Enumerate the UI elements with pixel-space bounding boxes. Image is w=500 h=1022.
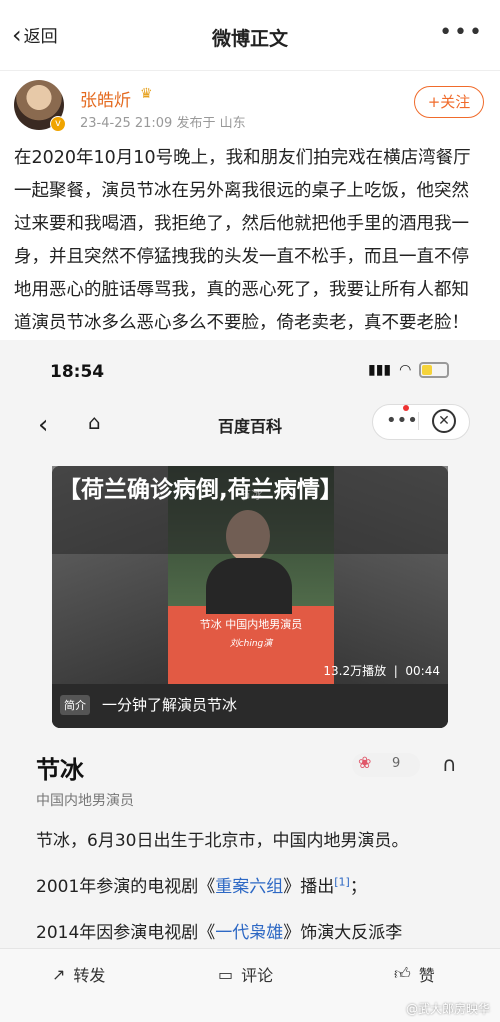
entry-paragraph-1: 节冰，6月30日出生于北京市，中国内地男演员。: [36, 831, 409, 851]
close-icon[interactable]: ✕: [432, 409, 456, 433]
author-name[interactable]: 张皓炘: [80, 86, 131, 111]
watermark: @武大郎房映华: [405, 1002, 490, 1016]
crown-icon: ♛: [140, 86, 153, 102]
follow-button[interactable]: +关注: [414, 86, 484, 118]
intro-tag: 简介: [60, 695, 90, 715]
repost-label: 转发: [73, 966, 106, 985]
video-frame-label: 节冰 中国内地男演员: [199, 618, 303, 631]
drama-link-1[interactable]: 重案六组: [215, 877, 283, 897]
battery-icon: [419, 362, 450, 378]
verified-badge-icon: v: [50, 116, 66, 132]
person-body: [206, 558, 292, 614]
video-intro-bar[interactable]: 简介 一分钟了解演员节冰: [52, 684, 448, 728]
para2-end: ；: [349, 877, 367, 897]
para3-prefix: 2014年因参演电视剧《: [36, 923, 216, 943]
post-text: 在2020年10月10号晚上，我和朋友们拍完戏在横店湾餐厅一起聚餐，演员节冰在另…: [14, 148, 471, 333]
video-plays: 13.2万播放: [323, 664, 387, 678]
thumbs-up-icon: 👍︎: [394, 964, 411, 983]
status-time: 18:54: [50, 362, 105, 382]
comment-label: 评论: [241, 966, 274, 985]
notification-dot-icon: [403, 405, 409, 411]
comment-icon: ▭: [218, 964, 234, 984]
like-button[interactable]: 👍︎ 赞: [394, 962, 435, 986]
repost-icon: ↗: [52, 964, 66, 984]
wifi-icon: ◠: [399, 362, 412, 378]
intro-text: 一分钟了解演员节冰: [102, 696, 238, 714]
video-frame-sublabel: 刘ching演: [229, 639, 273, 649]
reference-link[interactable]: [1]: [334, 875, 350, 888]
capsule-divider: [418, 412, 419, 430]
video-duration: 00:44: [405, 664, 440, 678]
page-title: 微博正文: [211, 28, 288, 50]
status-icons: ▮▮▮ ◠: [368, 362, 450, 378]
entry-paragraph-3: 2014年因参演电视剧《一代枭雄》饰演大反派李: [36, 918, 466, 943]
overlay-title: 【荷兰确诊病倒,荷兰病情】: [58, 477, 343, 503]
rose-icon: ❀: [358, 753, 372, 772]
comment-button[interactable]: ▭ 评论: [218, 962, 273, 986]
more-options-icon[interactable]: •••: [439, 20, 484, 45]
repost-button[interactable]: ↗ 转发: [52, 962, 105, 986]
like-count: 9: [392, 756, 401, 771]
post-meta: 23-4-25 21:09 发布于 山东: [80, 116, 246, 131]
headphones-icon[interactable]: ∩: [442, 752, 457, 776]
para2-suffix: 》播出: [283, 877, 335, 897]
drama-link-2[interactable]: 一代枭雄: [215, 923, 283, 943]
signal-icon: ▮▮▮: [368, 362, 392, 378]
menu-dots-icon[interactable]: •••: [386, 410, 418, 431]
like-label: 赞: [418, 966, 435, 985]
video-stats: 13.2万播放 | 00:44: [323, 664, 440, 678]
entry-name: 节冰: [36, 756, 84, 784]
para3-suffix: 》饰演大反派李: [283, 923, 403, 943]
para2-prefix: 2001年参演的电视剧《: [36, 877, 216, 897]
entry-description: 中国内地男演员: [36, 793, 134, 809]
entry-paragraph-2: 2001年参演的电视剧《重案六组》播出[1]；: [36, 872, 466, 897]
